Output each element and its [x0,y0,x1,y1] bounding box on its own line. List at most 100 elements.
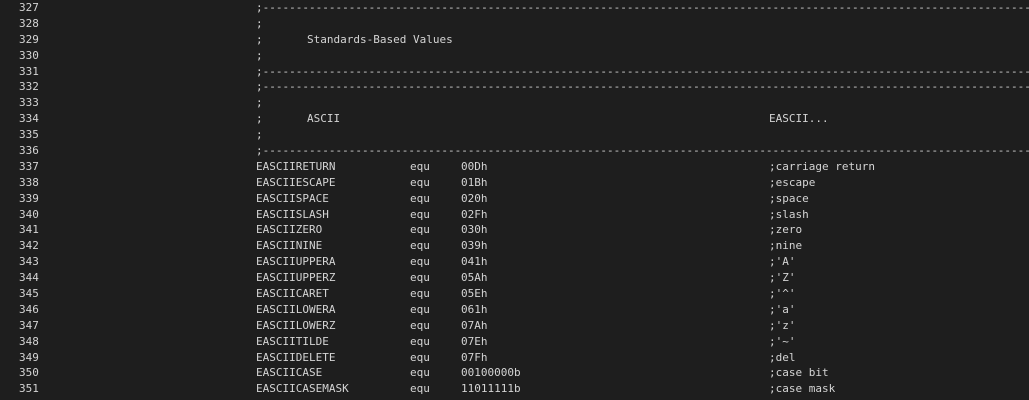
equate-value: 11011111b [461,382,521,396]
code-line[interactable]: 332 ;------------------------------------… [0,79,1029,95]
line-number: 344 [19,271,39,285]
equate-comment: ;carriage return [769,159,875,173]
line-number: 335 [19,128,39,142]
equate-label: EASCIIESCAPE [256,175,336,189]
equate-label: EASCIIUPPERZ [256,271,336,285]
equate-value: 01Bh [461,175,488,189]
equate-label: EASCIIUPPERA [256,255,336,269]
code-line[interactable]: 346 EASCIILOWERA equ 061h ;'a' [0,302,1029,318]
code-line[interactable]: 349 EASCIIDELETE equ 07Fh ;del [0,350,1029,366]
equate-value: 041h [461,255,488,269]
code-line[interactable]: 343 EASCIIUPPERA equ 041h ;'A' [0,254,1029,270]
line-number: 340 [19,207,39,221]
code-viewer[interactable]: 327 ;------------------------------------… [0,0,1029,400]
line-number: 336 [19,144,39,158]
line-number: 347 [19,318,39,332]
code-line[interactable]: 350 EASCIICASE equ 00100000b ;case bit [0,365,1029,381]
line-number: 339 [19,191,39,205]
line-number: 337 [19,159,39,173]
equate-directive: equ [410,287,430,301]
equate-directive: equ [410,366,430,380]
equate-comment: ;nine [769,239,803,253]
comment-marker: ; [256,96,263,110]
equate-directive: equ [410,271,430,285]
equate-comment: ;del [769,350,796,364]
code-line[interactable]: 334; ASCII EASCII... [0,111,1029,127]
equate-label: EASCIIRETURN [256,159,336,173]
line-number: 327 [19,1,39,14]
code-line[interactable]: 345 EASCIICARET equ 05Eh ;'^' [0,286,1029,302]
comment-text: Standards-Based Values [307,32,453,46]
equate-directive: equ [410,223,430,237]
equate-value: 07Eh [461,334,488,348]
equate-label: EASCIIDELETE [256,350,336,364]
equate-comment: ;'z' [769,318,796,332]
equate-label: EASCIICASEMASK [256,382,349,396]
code-line[interactable]: 329; Standards-Based Values [0,32,1029,48]
code-line[interactable]: 337 EASCIIRETURN equ 00Dh ;carriage return [0,159,1029,175]
equate-value: 00Dh [461,159,488,173]
comment-marker: ; [256,112,263,126]
equate-comment: ;'a' [769,302,796,316]
comment-marker: ; [256,48,263,62]
code-line[interactable]: 333; [0,95,1029,111]
code-line[interactable]: 338 EASCIIESCAPE equ 01Bh ;escape [0,175,1029,191]
code-line[interactable]: 351 EASCIICASEMASK equ 11011111b ;case mask [0,381,1029,397]
equate-comment: ;space [769,191,809,205]
code-line[interactable]: 331 ;------------------------------------… [0,64,1029,80]
comment-marker: ; [256,128,263,142]
equate-value: 07Ah [461,318,488,332]
code-line[interactable]: 342 EASCIININE equ 039h ;nine [0,238,1029,254]
line-number: 345 [19,287,39,301]
equate-comment: ;'^' [769,287,796,301]
equate-comment: ;'Z' [769,271,796,285]
code-line[interactable]: 328; [0,16,1029,32]
equate-directive: equ [410,302,430,316]
equate-value: 061h [461,302,488,316]
line-number: 343 [19,255,39,269]
code-line[interactable]: 330; [0,48,1029,64]
equate-comment: ;case bit [769,366,829,380]
code-line[interactable]: 339 EASCIISPACE equ 020h ;space [0,191,1029,207]
equate-label: EASCIIZERO [256,223,323,237]
equate-directive: equ [410,207,430,221]
code-line[interactable]: 344 EASCIIUPPERZ equ 05Ah ;'Z' [0,270,1029,286]
equate-directive: equ [410,175,430,189]
code-line[interactable]: 341 EASCIIZERO equ 030h ;zero [0,222,1029,238]
equate-label: EASCIISLASH [256,207,329,221]
line-number: 329 [19,32,39,46]
equate-value: 05Ah [461,271,488,285]
code-line[interactable]: 327 ;------------------------------------… [0,0,1029,16]
separator-comment: ;---------------------------------------… [256,64,1029,78]
separator-comment: ;---------------------------------------… [256,144,1029,158]
equate-directive: equ [410,382,430,396]
line-number: 351 [19,382,39,396]
line-number: 332 [19,80,39,94]
equate-comment: ;'~' [769,334,796,348]
line-number: 333 [19,96,39,110]
code-line[interactable]: 336 ;------------------------------------… [0,143,1029,159]
equate-value: 039h [461,239,488,253]
code-line[interactable]: 347 EASCIILOWERZ equ 07Ah ;'z' [0,318,1029,334]
equate-directive: equ [410,159,430,173]
comment-text: ASCII [307,112,341,126]
equate-label: EASCIILOWERA [256,302,336,316]
equate-comment: ;case mask [769,382,836,396]
line-number: 334 [19,112,39,126]
code-line[interactable]: 340 EASCIISLASH equ 02Fh ;slash [0,207,1029,223]
comment-marker: ; [256,32,263,46]
equate-directive: equ [410,191,430,205]
line-number: 346 [19,302,39,316]
code-line[interactable]: 348 EASCIITILDE equ 07Eh ;'~' [0,334,1029,350]
equate-value: 030h [461,223,488,237]
equate-comment: ;escape [769,175,816,189]
equate-label: EASCIILOWERZ [256,318,336,332]
equate-label: EASCIININE [256,239,323,253]
equate-directive: equ [410,255,430,269]
comment-right-text: EASCII... [769,112,829,126]
code-line[interactable]: 335; [0,127,1029,143]
comment-marker: ; [256,16,263,30]
equate-directive: equ [410,239,430,253]
equate-comment: ;'A' [769,255,796,269]
equate-label: EASCIICASE [256,366,323,380]
